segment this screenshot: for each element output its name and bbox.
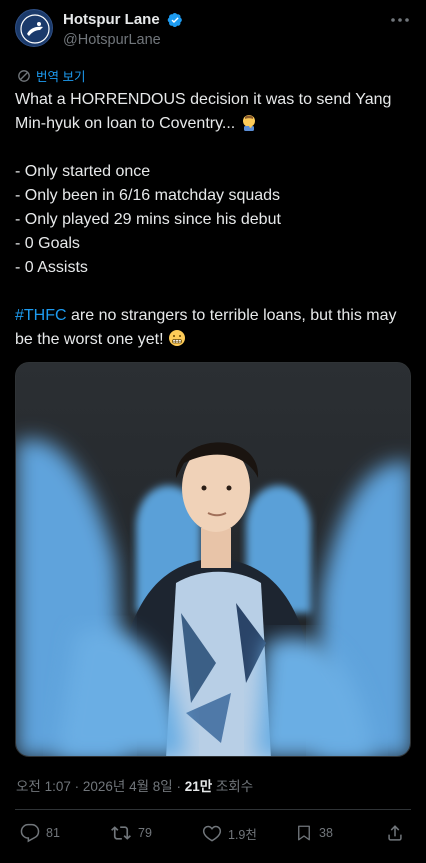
tweet-line1: What a HORRENDOUS decision it was to sen… [15, 91, 392, 132]
hashtag-link[interactable]: #THFC [15, 307, 67, 324]
tweet-meta: 오전 1:07 · 2026년 4월 8일 · 21만 조회수 [16, 775, 253, 795]
tweet-text: What a HORRENDOUS decision it was to sen… [15, 88, 415, 352]
like-button[interactable]: 1.9천 [202, 823, 257, 843]
more-icon[interactable] [389, 12, 411, 28]
translate-icon [18, 69, 30, 82]
bullet-item: - Only played 29 mins since his debut [15, 211, 281, 228]
bullet-item: - 0 Goals [15, 235, 80, 252]
tweet-date[interactable]: 2026년 4월 8일 [83, 779, 173, 794]
views-count: 21만 [184, 779, 213, 794]
repost-count: 79 [138, 826, 152, 840]
divider [15, 809, 411, 810]
reply-icon [20, 823, 40, 843]
verified-badge-icon [167, 12, 182, 27]
tweet-photo[interactable] [15, 362, 411, 757]
handle[interactable]: @HotspurLane [63, 32, 183, 48]
reply-button[interactable]: 81 [20, 823, 60, 843]
tweet-time[interactable]: 오전 1:07 [16, 779, 71, 794]
bullet-item: - Only started once [15, 163, 151, 180]
bookmark-icon [298, 825, 310, 841]
tweet-header: Hotspur Lane @HotspurLane [15, 8, 411, 52]
share-button[interactable] [385, 823, 405, 843]
repost-button[interactable]: 79 [110, 823, 152, 843]
grimacing-emoji-icon [168, 330, 185, 346]
bullet-item: - 0 Assists [15, 259, 88, 276]
avatar[interactable] [15, 9, 53, 47]
repost-icon [111, 826, 131, 840]
like-icon [202, 825, 222, 842]
bullet-item: - Only been in 6/16 matchday squads [15, 187, 281, 204]
action-bar: 81 79 1.9천 38 [15, 820, 411, 850]
reply-count: 81 [46, 826, 60, 840]
tweet-closing: are no strangers to terrible loans, but … [15, 307, 397, 348]
bookmark-count: 38 [319, 826, 333, 840]
share-icon [388, 825, 402, 841]
display-name[interactable]: Hotspur Lane [63, 11, 160, 28]
facepalm-emoji-icon [242, 115, 255, 131]
views-label: 조회수 [212, 779, 254, 794]
meta-separator: · [70, 779, 83, 794]
bookmark-button[interactable]: 38 [295, 823, 333, 843]
like-count: 1.9천 [228, 827, 257, 842]
translate-label: 번역 보기 [36, 70, 86, 84]
translate-link[interactable]: 번역 보기 [17, 66, 85, 85]
meta-separator: · [172, 779, 185, 794]
